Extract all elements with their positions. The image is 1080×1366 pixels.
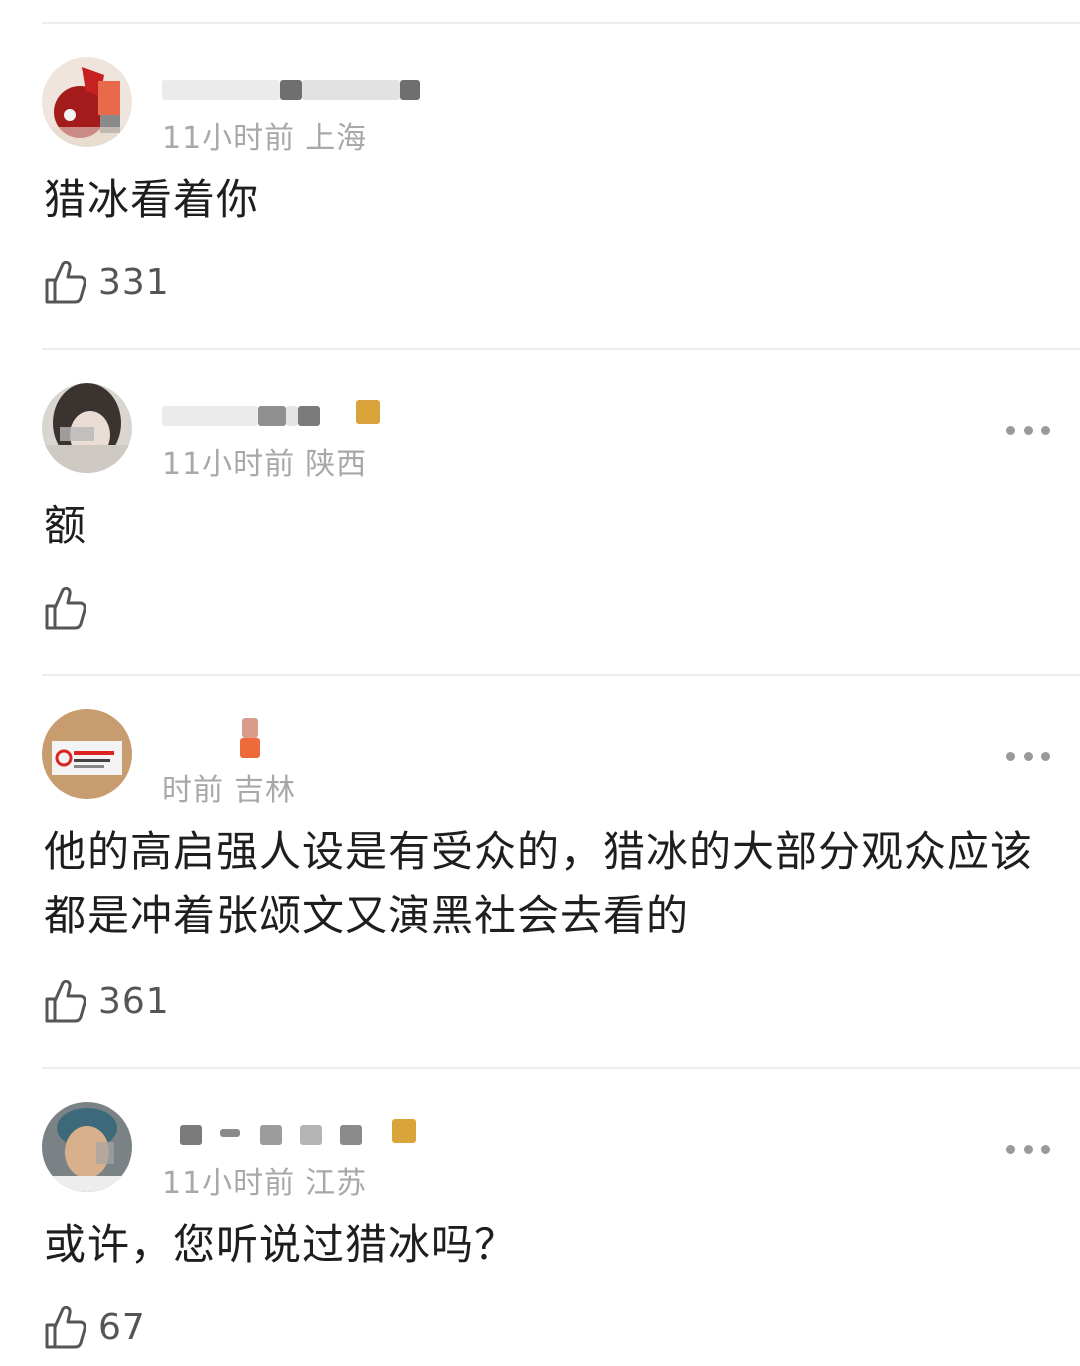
avatar[interactable] [42,709,132,799]
comment-time: 时前 [162,773,224,808]
avatar[interactable] [42,57,132,147]
username-blurred[interactable] [162,398,422,434]
username-blurred[interactable] [162,1117,422,1153]
username-blurred[interactable] [162,72,422,108]
avatar[interactable] [42,383,132,473]
comment-feed: 11小时前 上海 猎冰看着你 331 11小时前 陕西 额 时前 吉林 他的高启… [0,0,1080,1366]
comment-text: 他的高启强人设是有受众的，猎冰的大部分观众应该都是冲着张颂文又演黑社会去看的 [44,827,1034,940]
more-dots-icon [1006,751,1015,761]
like-count: 331 [98,261,170,303]
comment-meta: 11小时前 陕西 [162,439,367,483]
comment-meta: 11小时前 江苏 [162,1158,367,1202]
like-button[interactable]: 67 [44,1303,146,1351]
more-options-button[interactable] [1006,420,1050,440]
comment-time: 11小时前 [162,121,296,156]
comment-location: 陕西 [305,447,368,482]
comment-text: 或许，您听说过猎冰吗？ [44,1220,518,1269]
thumbs-up-icon [45,1305,86,1349]
thumbs-up-icon [45,260,86,304]
more-dots-icon [1006,425,1015,435]
more-options-button[interactable] [1006,1139,1050,1159]
thumbs-up-icon [45,586,86,630]
divider [42,348,1080,350]
like-button[interactable]: 361 [44,977,170,1025]
comment-time: 11小时前 [162,447,296,482]
comment-meta: 时前 吉林 [162,765,296,809]
like-button[interactable]: 331 [44,258,170,306]
avatar[interactable] [42,1102,132,1192]
username-blurred[interactable] [162,718,422,758]
comment-location: 江苏 [305,1166,368,1201]
like-button[interactable] [44,584,98,632]
like-count: 67 [98,1306,146,1348]
divider [42,674,1080,676]
like-count: 361 [98,980,170,1022]
comment-text: 猎冰看着你 [44,175,260,224]
comment-location: 上海 [305,121,368,156]
more-options-button[interactable] [1006,746,1050,766]
comment-meta: 11小时前 上海 [162,113,367,157]
thumbs-up-icon [45,979,86,1023]
comment-text: 额 [44,501,88,550]
divider [42,1067,1080,1069]
comment-location: 吉林 [234,773,296,808]
more-dots-icon [1006,1144,1015,1154]
divider [42,22,1080,24]
comment-time: 11小时前 [162,1166,296,1201]
